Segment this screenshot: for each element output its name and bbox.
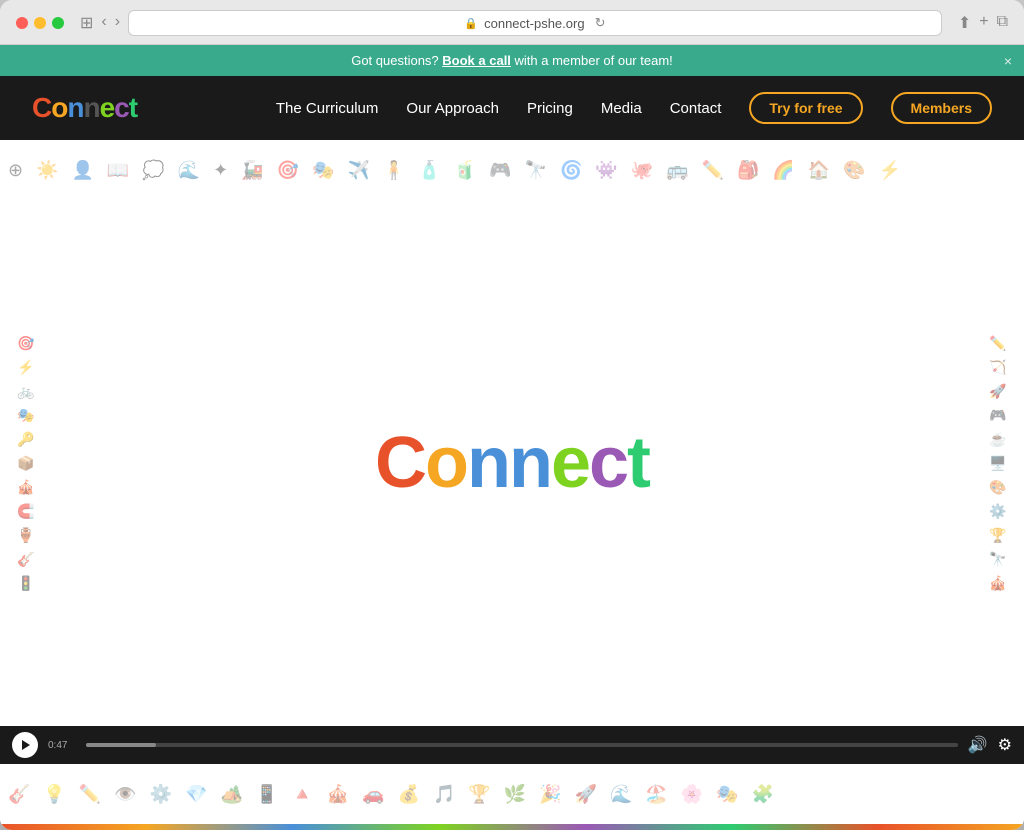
nav-pricing[interactable]: Pricing xyxy=(527,100,573,117)
back-icon[interactable]: ‹ xyxy=(101,13,106,33)
address-bar[interactable]: 🔒 connect-pshe.org ↻ xyxy=(128,10,942,36)
nav-contact[interactable]: Contact xyxy=(670,100,722,117)
hero-letter-t: t xyxy=(627,423,649,503)
forward-icon[interactable]: › xyxy=(115,13,120,33)
nav-media[interactable]: Media xyxy=(601,100,642,117)
settings-button[interactable]: ⚙ xyxy=(998,735,1012,755)
nav-links: The Curriculum Our Approach Pricing Medi… xyxy=(276,92,992,124)
doodle-left-col: 🎯 ⚡ 🚲 🎭 🔑 📦 🎪 🧲 🏺 🎸 🚦 xyxy=(0,200,52,726)
traffic-lights xyxy=(16,17,64,29)
url-text: connect-pshe.org xyxy=(484,16,584,31)
doodle-right-col: ✏️ 🏹 🚀 🎮 ☕ 🖥️ 🎨 ⚙️ 🏆 🔭 🎪 xyxy=(972,200,1024,726)
hero-letter-c2: c xyxy=(589,423,627,503)
hero-letter-n1: n xyxy=(467,423,509,503)
logo-letter-o: o xyxy=(51,92,67,123)
hero-letter-n2: n xyxy=(509,423,551,503)
hero-letter-o: o xyxy=(425,423,467,503)
nav-approach[interactable]: Our Approach xyxy=(406,100,499,117)
logo-letter-t: t xyxy=(129,92,137,123)
video-controls[interactable]: 0:47 🔊 ⚙ xyxy=(0,726,1024,764)
website: Got questions? Book a call with a member… xyxy=(0,45,1024,830)
navbar: Connect The Curriculum Our Approach Pric… xyxy=(0,76,1024,140)
browser-window: ⊞ ‹ › 🔒 connect-pshe.org ↻ ⬆ + ⧉ Got que… xyxy=(0,0,1024,830)
minimize-button[interactable] xyxy=(34,17,46,29)
nav-curriculum[interactable]: The Curriculum xyxy=(276,100,379,117)
doodle-area: ⊕ ☀️ 👤 📖 💭 🌊 ✦ 🚂 🎯 🎭 ✈️ 🧍 🧴 🧃 🎮 🔭 🌀 👾 🐙 … xyxy=(0,140,1024,830)
reload-icon[interactable]: ↻ xyxy=(595,15,606,31)
announcement-text: Got questions? Book a call with a member… xyxy=(351,53,673,68)
logo-letter-e: e xyxy=(100,92,115,123)
hero-logo: Connect xyxy=(375,422,649,504)
logo-letter-n2: n xyxy=(83,92,99,123)
members-button[interactable]: Members xyxy=(891,92,992,124)
volume-button[interactable]: 🔊 xyxy=(968,735,988,755)
doodle-middle: 🎯 ⚡ 🚲 🎭 🔑 📦 🎪 🧲 🏺 🎸 🚦 xyxy=(0,200,1024,726)
browser-chrome: ⊞ ‹ › 🔒 connect-pshe.org ↻ ⬆ + ⧉ xyxy=(0,0,1024,45)
hero-letter-e: e xyxy=(551,423,589,503)
bottom-color-bar xyxy=(0,824,1024,830)
sidebar-toggle-icon[interactable]: ⊞ xyxy=(80,13,93,33)
site-logo[interactable]: Connect xyxy=(32,92,137,124)
hero-letter-c: C xyxy=(375,423,425,503)
tabs-icon[interactable]: ⧉ xyxy=(997,13,1008,33)
video-area: 0:47 🔊 ⚙ xyxy=(0,726,1024,764)
try-for-free-button[interactable]: Try for free xyxy=(749,92,862,124)
browser-right-actions: ⬆ + ⧉ xyxy=(958,13,1008,33)
announcement-bar: Got questions? Book a call with a member… xyxy=(0,45,1024,76)
doodle-top-row: ⊕ ☀️ 👤 📖 💭 🌊 ✦ 🚂 🎯 🎭 ✈️ 🧍 🧴 🧃 🎮 🔭 🌀 👾 🐙 … xyxy=(0,140,1024,200)
video-timestamp: 0:47 xyxy=(48,740,76,751)
new-tab-icon[interactable]: + xyxy=(979,13,988,33)
lock-icon: 🔒 xyxy=(464,17,478,30)
main-content: ⊕ ☀️ 👤 📖 💭 🌊 ✦ 🚂 🎯 🎭 ✈️ 🧍 🧴 🧃 🎮 🔭 🌀 👾 🐙 … xyxy=(0,140,1024,830)
logo-letter-c2: c xyxy=(114,92,129,123)
video-progress-bar[interactable] xyxy=(86,743,958,747)
maximize-button[interactable] xyxy=(52,17,64,29)
close-button[interactable] xyxy=(16,17,28,29)
play-button[interactable] xyxy=(12,732,38,758)
share-icon[interactable]: ⬆ xyxy=(958,13,971,33)
logo-letter-n: n xyxy=(67,92,83,123)
logo-letter-c: C xyxy=(32,92,51,123)
announcement-close-button[interactable]: × xyxy=(1004,53,1012,69)
book-call-link[interactable]: Book a call xyxy=(442,53,511,68)
hero-section: Connect xyxy=(52,200,972,726)
video-progress-fill xyxy=(86,743,156,747)
browser-nav-actions: ⊞ ‹ › xyxy=(80,13,120,33)
doodle-bottom-row: 🎸 💡 ✏️ 👁️ ⚙️ 💎 🏕️ 📱 🔺 🎪 🚗 💰 🎵 🏆 🌿 🎉 🚀 🌊 … xyxy=(0,764,1024,824)
